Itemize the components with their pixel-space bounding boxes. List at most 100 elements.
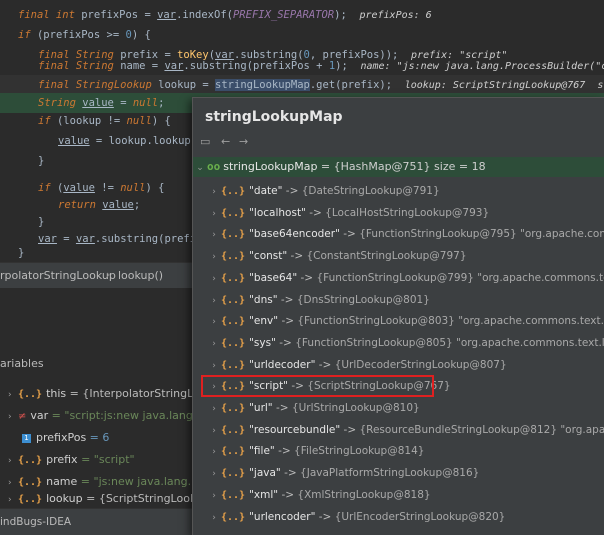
chevron-right-icon[interactable]: ›	[207, 247, 221, 268]
chevron-right-icon[interactable]: ›	[8, 493, 18, 506]
map-entry-row[interactable]: › {..} "base64" -> {FunctionStringLookup@7…	[193, 268, 604, 289]
breadcrumb-method[interactable]: lookup()	[118, 269, 163, 282]
arrow-left-icon[interactable]: ←	[221, 135, 230, 148]
breadcrumb-class[interactable]: rpolatorStringLookup	[0, 269, 116, 282]
map-arrow: ->	[281, 315, 295, 328]
map-entry-row[interactable]: › {..} "localhost" -> {LocalHostStringLook…	[193, 203, 604, 224]
chevron-right-icon[interactable]: ›	[207, 291, 221, 312]
object-icon: {..}	[221, 207, 246, 219]
status-project-name[interactable]: indBugs-IDEA	[0, 509, 71, 535]
operator: =	[138, 9, 158, 21]
map-entry-row[interactable]: › {..} "urlencoder" -> {UrlEncoderStringLo…	[193, 507, 604, 528]
code-text: (prefixPos >=	[30, 29, 126, 41]
code-line-1[interactable]: final int prefixPos = var.indexOf(PREFIX…	[0, 5, 604, 25]
identifier: var	[164, 60, 184, 72]
map-key: "xml"	[249, 488, 279, 501]
code-line-4-content[interactable]: final String name = var.substring(prefix…	[0, 56, 604, 76]
chevron-right-icon[interactable]: ›	[207, 486, 221, 507]
chevron-right-icon[interactable]: ›	[8, 450, 18, 472]
inline-value-hint: lookup: ScriptStringLookup@767 stringLoo…	[404, 80, 604, 91]
map-arrow: ->	[318, 510, 332, 523]
variable-name: name	[46, 475, 78, 488]
chevron-right-icon[interactable]: ›	[207, 334, 221, 355]
highlight-box	[201, 375, 434, 398]
map-entry-row[interactable]: › {..} "const" -> {ConstantStringLookup@79…	[193, 246, 604, 267]
identifier: lookup	[158, 79, 197, 91]
identifier: name	[120, 60, 146, 72]
tree-root-row[interactable]: ⌄ oo stringLookupMap = {HashMap@751} size …	[193, 157, 604, 177]
map-entry-row[interactable]: › {..} "date" -> {DateStringLookup@791}	[193, 181, 604, 202]
map-key: "const"	[249, 250, 288, 263]
chevron-right-icon[interactable]: ›	[207, 421, 221, 442]
chevron-right-icon[interactable]: ›	[207, 508, 221, 529]
map-value: {DateStringLookup@791}	[301, 185, 440, 197]
variables-header: ariables	[0, 357, 44, 370]
chevron-right-icon[interactable]: ›	[207, 269, 221, 290]
chevron-right-icon[interactable]: ›	[207, 464, 221, 485]
chevron-right-icon[interactable]: ›	[207, 442, 221, 463]
punctuation: );	[335, 60, 348, 72]
map-entry-row[interactable]: › {..} "base64encoder" -> {FunctionStringL…	[193, 224, 604, 245]
identifier: value	[82, 97, 114, 109]
map-entry-row[interactable]: › {..} "urldecoder" -> {UrlDecoderStringLo…	[193, 355, 604, 376]
popup-title: stringLookupMap	[205, 109, 343, 125]
chevron-right-icon[interactable]: ›	[207, 399, 221, 420]
keyword: null	[120, 182, 146, 194]
arrow-right-icon[interactable]: →	[239, 135, 248, 148]
object-icon: {..}	[221, 489, 246, 501]
operator: !=	[94, 182, 121, 194]
method-call: .indexOf(	[176, 9, 233, 21]
map-arrow: ->	[290, 250, 304, 263]
map-arrow: ->	[300, 271, 314, 284]
map-entry-row[interactable]: › {..} "dns" -> {DnsStringLookup@801}	[193, 290, 604, 311]
code-text: }	[38, 155, 45, 167]
variable-row-prefixpos[interactable]: 1 prefixPos = 6	[22, 427, 109, 449]
object-icon: {..}	[221, 186, 246, 197]
object-icon: {..}	[18, 389, 43, 400]
map-entry-row[interactable]: › {..} "resourcebundle" -> {ResourceBundle…	[193, 420, 604, 441]
keyword: final int	[18, 9, 75, 21]
chevron-right-icon[interactable]: ›	[207, 204, 221, 225]
map-value: {FileStringLookup@814}	[294, 445, 425, 458]
object-icon: {..}	[221, 424, 246, 436]
object-icon: {..}	[221, 272, 246, 284]
map-entry-row[interactable]: › {..} "java" -> {JavaPlatformStringLookup…	[193, 463, 604, 484]
chevron-right-icon[interactable]: ›	[8, 406, 18, 428]
operator: =	[196, 79, 216, 91]
method-call: .get(prefix);	[309, 79, 393, 91]
object-icon: {..}	[18, 477, 43, 488]
map-key: "date"	[249, 185, 283, 197]
map-arrow: ->	[285, 185, 299, 197]
code-line-2[interactable]: if (prefixPos >= 0) {	[0, 25, 604, 45]
map-entry-row[interactable]: › {..} "sys" -> {FunctionStringLookup@805}…	[193, 333, 604, 354]
keyword: return	[58, 199, 96, 211]
chevron-right-icon[interactable]: ›	[207, 312, 221, 333]
folder-icon[interactable]: ▭	[200, 135, 210, 148]
map-key: "url"	[249, 402, 273, 414]
variable-name: prefix	[46, 453, 78, 466]
chevron-right-icon[interactable]: ›	[207, 225, 221, 246]
map-arrow: ->	[276, 402, 289, 414]
map-value: {FunctionStringLookup@805} "org.apache.c…	[295, 336, 604, 349]
map-entry-row[interactable]: › {..} "file" -> {FileStringLookup@814}	[193, 441, 604, 462]
map-entry-row[interactable]: › {..} "xml" -> {XmlStringLookup@818}	[193, 485, 604, 506]
selected-identifier[interactable]: stringLookupMap	[215, 79, 310, 91]
map-key: "java"	[249, 467, 281, 480]
map-value: {FunctionStringLookup@799} "org.apache.c…	[316, 271, 604, 284]
code-line-5[interactable]: final StringLookup lookup = stringLookup…	[0, 75, 604, 95]
keyword: if	[38, 182, 51, 194]
method-call: .substring(prefixPos +	[183, 60, 329, 72]
map-value: {ConstantStringLookup@797}	[306, 250, 467, 263]
map-entry-row[interactable]: › {..} "env" -> {FunctionStringLookup@803}…	[193, 311, 604, 332]
chevron-right-icon[interactable]: ›	[207, 356, 221, 377]
map-arrow: ->	[279, 336, 292, 349]
variable-row-prefix[interactable]: › {..} prefix = "script"	[8, 449, 135, 471]
keyword: null	[132, 97, 159, 109]
chevron-right-icon[interactable]: ›	[8, 384, 18, 406]
variable-inspect-popup[interactable]: stringLookupMap ▭ ← → ⌄ oo stringLookupMap…	[192, 97, 604, 535]
chevron-right-icon[interactable]: ›	[8, 472, 18, 494]
map-entry-row[interactable]: › {..} "url" -> {UrlStringLookup@810}	[193, 398, 604, 419]
chevron-right-icon[interactable]: ›	[207, 182, 221, 203]
chevron-down-icon[interactable]: ⌄	[193, 158, 207, 178]
object-icon: {..}	[221, 316, 246, 328]
